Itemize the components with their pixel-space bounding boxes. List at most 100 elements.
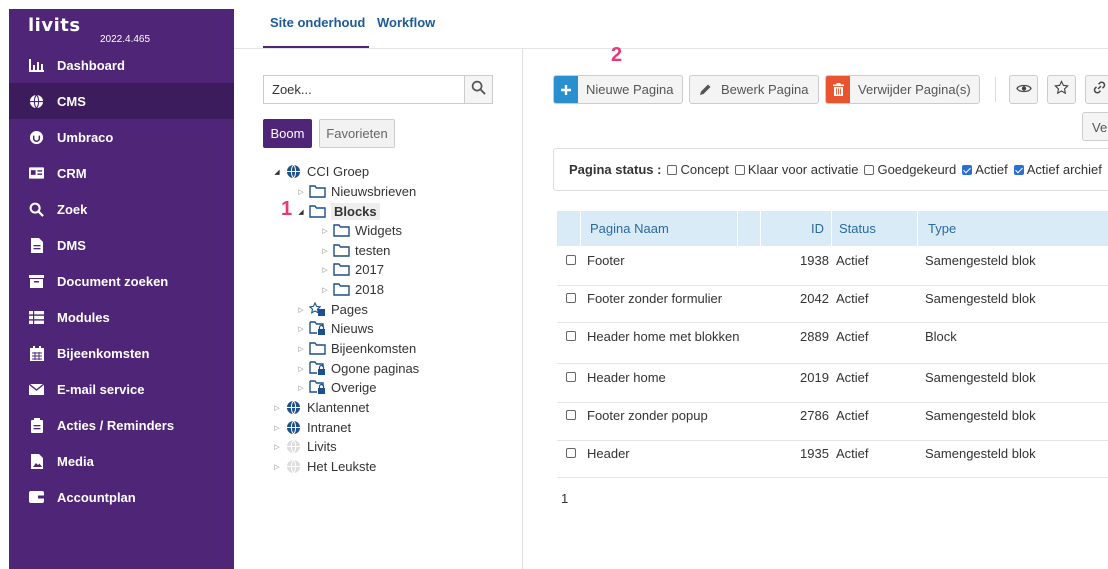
tree-node[interactable]: ▷ Ogone paginas: [296, 359, 419, 378]
globe-icon: [29, 94, 44, 109]
search-button[interactable]: [464, 76, 492, 103]
checkbox-checked[interactable]: [1013, 164, 1024, 175]
sidebar-item-dashboard[interactable]: Dashboard: [9, 47, 234, 83]
link-button[interactable]: [1085, 75, 1108, 104]
expand-arrow-icon[interactable]: ▷: [320, 266, 330, 274]
sidebar-item-document-zoeken[interactable]: Document zoeken: [9, 263, 234, 299]
status-option-actief[interactable]: Actief: [962, 162, 1008, 177]
star-icon: [1054, 79, 1069, 100]
row-checkbox[interactable]: [566, 410, 576, 420]
clipboard-icon: [29, 417, 44, 433]
sidebar-item-label: Dashboard: [57, 57, 125, 73]
search-icon: [29, 202, 44, 217]
checkbox[interactable]: [864, 164, 875, 175]
tree-node[interactable]: ▷ Het Leukste: [272, 457, 376, 476]
column-header-name[interactable]: Pagina Naam: [590, 211, 669, 246]
checkbox[interactable]: [667, 164, 678, 175]
tree-node[interactable]: ▷ Nieuws: [296, 319, 373, 338]
expand-arrow-icon[interactable]: ▷: [320, 247, 330, 255]
column-header-status[interactable]: Status: [839, 211, 876, 246]
sidebar-item-crm[interactable]: CRM: [9, 155, 234, 191]
collapse-arrow-icon[interactable]: ◢: [296, 208, 306, 216]
favorieten-button[interactable]: Favorieten: [319, 119, 395, 148]
tree-node[interactable]: ▷ Livits: [272, 437, 336, 456]
nieuwe-pagina-button[interactable]: Nieuwe Pagina: [553, 75, 683, 104]
expand-arrow-icon[interactable]: ▷: [296, 365, 306, 373]
tree-node[interactable]: ◢ Blocks: [296, 202, 380, 221]
tree-node[interactable]: ▷ 2018: [320, 280, 384, 299]
expand-arrow-icon[interactable]: ▷: [272, 443, 282, 451]
tab-workflow[interactable]: Workflow: [377, 15, 435, 30]
plus-icon: [554, 76, 578, 103]
bewerk-pagina-button[interactable]: Bewerk Pagina: [689, 75, 819, 104]
expand-arrow-icon[interactable]: ▷: [296, 384, 306, 392]
boom-button[interactable]: Boom: [263, 119, 312, 148]
row-checkbox[interactable]: [566, 255, 576, 265]
sidebar-item-dms[interactable]: DMS: [9, 227, 234, 263]
checkbox-checked[interactable]: [962, 164, 973, 175]
locked-folder-icon: [308, 380, 326, 395]
favorite-button[interactable]: [1047, 75, 1076, 104]
column-header-id[interactable]: ID: [811, 211, 824, 246]
row-checkbox[interactable]: [566, 448, 576, 458]
tree-node[interactable]: ▷ Pages: [296, 300, 368, 319]
row-checkbox[interactable]: [566, 372, 576, 382]
collapse-arrow-icon[interactable]: ◢: [272, 168, 282, 176]
tree-node[interactable]: ▷ Klantennet: [272, 398, 369, 417]
sidebar-item-accountplan[interactable]: Accountplan: [9, 479, 234, 515]
row-checkbox[interactable]: [566, 331, 576, 341]
tab-site-onderhoud[interactable]: Site onderhoud: [270, 15, 365, 30]
status-filter: Pagina status : Concept Klaar voor activ…: [553, 148, 1108, 191]
tree-node[interactable]: ▷ Widgets: [320, 221, 402, 240]
tree-node[interactable]: ▷ 2017: [320, 260, 384, 279]
status-option-klaar-voor-activatie[interactable]: Klaar voor activatie: [734, 162, 858, 177]
expand-arrow-icon[interactable]: ▷: [296, 306, 306, 314]
column-divider: [917, 211, 918, 246]
tree-node[interactable]: ▷ Nieuwsbrieven: [296, 182, 416, 201]
verwijder-paginas-button[interactable]: Verwijder Pagina(s): [825, 75, 980, 104]
sidebar-item-modules[interactable]: Modules: [9, 299, 234, 335]
sidebar-item-acties-reminders[interactable]: Acties / Reminders: [9, 407, 234, 443]
status-option-goedgekeurd[interactable]: Goedgekeurd: [864, 162, 956, 177]
tree-node[interactable]: ▷ Overige: [296, 378, 376, 397]
expand-arrow-icon[interactable]: ▷: [272, 424, 282, 432]
column-divider: [760, 211, 761, 246]
star-folder-icon: [308, 302, 326, 317]
expand-arrow-icon[interactable]: ▷: [296, 345, 306, 353]
tree-node[interactable]: ▷ testen: [320, 241, 390, 260]
locked-folder-icon: [308, 361, 326, 376]
sidebar-item-email-service[interactable]: E-mail service: [9, 371, 234, 407]
pagination-current-page[interactable]: 1: [561, 491, 568, 506]
ver-button[interactable]: Ver: [1082, 112, 1108, 141]
sidebar-item-umbraco[interactable]: Umbraco: [9, 119, 234, 155]
globe-faded-icon: [284, 439, 302, 454]
tree-node[interactable]: ▷ Bijeenkomsten: [296, 339, 416, 358]
sidebar-item-zoek[interactable]: Zoek: [9, 191, 234, 227]
sidebar-item-cms[interactable]: CMS: [9, 83, 234, 119]
globe-icon: [284, 400, 302, 415]
status-option-concept[interactable]: Concept: [667, 162, 729, 177]
tree-node[interactable]: ▷ Intranet: [272, 418, 351, 437]
expand-arrow-icon[interactable]: ▷: [272, 463, 282, 471]
expand-arrow-icon[interactable]: ▷: [296, 188, 306, 196]
sidebar-item-media[interactable]: Media: [9, 443, 234, 479]
table-header: Pagina Naam ID Status Type: [557, 211, 1108, 246]
folder-icon: [332, 283, 350, 297]
search-input[interactable]: [264, 76, 464, 103]
app-logo[interactable]: livits: [28, 15, 81, 36]
row-divider: [557, 477, 1108, 478]
status-option-actief-archief[interactable]: Actief archief: [1013, 162, 1102, 177]
folder-icon: [308, 342, 326, 356]
checkbox[interactable]: [734, 164, 745, 175]
row-divider: [557, 402, 1108, 403]
expand-arrow-icon[interactable]: ▷: [272, 404, 282, 412]
expand-arrow-icon[interactable]: ▷: [296, 325, 306, 333]
tree-node[interactable]: ◢ CCI Groep: [272, 162, 369, 181]
expand-arrow-icon[interactable]: ▷: [320, 286, 330, 294]
expand-arrow-icon[interactable]: ▷: [320, 227, 330, 235]
sidebar-item-bijeenkomsten[interactable]: Bijeenkomsten: [9, 335, 234, 371]
column-header-type[interactable]: Type: [928, 211, 956, 246]
panel-divider[interactable]: [522, 48, 523, 569]
preview-button[interactable]: [1009, 75, 1038, 104]
row-checkbox[interactable]: [566, 293, 576, 303]
